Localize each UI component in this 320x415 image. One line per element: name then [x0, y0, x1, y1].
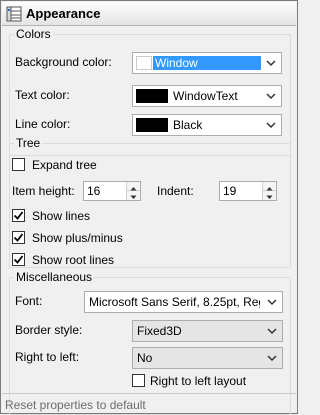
item-height-spinner[interactable]: 16 — [83, 181, 141, 201]
footer-bar: Reset properties to default — [2, 393, 296, 414]
tree-group-title: Tree — [14, 136, 43, 150]
background-color-combo[interactable]: Window — [132, 52, 282, 74]
font-picker[interactable]: Microsoft Sans Serif, 8.25pt, Regu — [84, 291, 283, 313]
border-style-select[interactable]: Fixed3D — [132, 320, 283, 342]
spin-up-button[interactable] — [263, 182, 276, 191]
text-color-value: WindowText — [173, 89, 238, 103]
chevron-down-icon — [265, 56, 277, 70]
font-value: Microsoft Sans Serif, 8.25pt, Regu — [89, 295, 260, 309]
colors-group: Colors Background color: Window Text col… — [9, 27, 291, 156]
line-color-swatch — [136, 118, 168, 132]
right-to-left-label: Right to left: — [15, 350, 80, 364]
background-color-label: Background color: — [15, 55, 112, 69]
text-color-swatch — [136, 89, 168, 103]
right-to-left-layout-label: Right to left layout — [150, 374, 247, 388]
item-height-value: 16 — [87, 184, 101, 198]
colors-group-title: Colors — [14, 27, 53, 41]
right-to-left-value: No — [137, 351, 153, 365]
panel-content: Colors Background color: Window Text col… — [9, 26, 291, 415]
chevron-down-icon — [266, 351, 278, 365]
miscellaneous-group-title: Miscellaneous — [14, 270, 95, 284]
item-height-label: Item height: — [12, 184, 75, 198]
font-label: Font: — [15, 294, 43, 308]
spin-down-button[interactable] — [263, 191, 276, 200]
border-style-value: Fixed3D — [137, 324, 182, 338]
property-grid-icon — [6, 6, 22, 22]
text-color-combo[interactable]: WindowText — [132, 85, 282, 107]
chevron-down-icon — [265, 118, 277, 132]
tree-group: Tree Expand tree Item height: 16 Indent:… — [9, 136, 291, 268]
title-bar: Appearance — [2, 2, 296, 26]
chevron-down-icon — [265, 89, 277, 103]
line-color-combo[interactable]: Black — [132, 114, 282, 136]
show-plus-minus-label: Show plus/minus — [32, 231, 123, 245]
right-to-left-layout-checkbox[interactable] — [132, 374, 145, 387]
border-style-label: Border style: — [15, 323, 83, 337]
appearance-window: Appearance Colors Background color: Wind… — [0, 0, 298, 415]
reset-properties-link[interactable]: Reset properties to default — [5, 398, 146, 412]
expand-tree-label: Expand tree — [32, 158, 97, 172]
spin-down-button[interactable] — [127, 191, 140, 200]
item-height-spin-buttons — [126, 182, 140, 200]
background-color-value: Window — [153, 56, 261, 70]
indent-label: Indent: — [157, 184, 194, 198]
text-color-label: Text color: — [15, 88, 70, 102]
indent-value: 19 — [223, 184, 237, 198]
spin-up-button[interactable] — [127, 182, 140, 191]
line-color-label: Line color: — [15, 117, 71, 131]
show-root-lines-checkbox[interactable] — [12, 253, 25, 266]
show-lines-checkbox[interactable] — [12, 209, 25, 222]
indent-spin-buttons — [262, 182, 276, 200]
chevron-down-icon — [266, 324, 278, 338]
show-plus-minus-checkbox[interactable] — [12, 231, 25, 244]
window-title: Appearance — [26, 6, 101, 21]
indent-spinner[interactable]: 19 — [219, 181, 277, 201]
right-to-left-select[interactable]: No — [132, 347, 283, 369]
show-lines-label: Show lines — [32, 209, 91, 223]
line-color-value: Black — [173, 118, 203, 132]
chevron-down-icon — [266, 295, 278, 309]
show-root-lines-label: Show root lines — [32, 253, 115, 267]
background-color-swatch — [136, 56, 152, 70]
expand-tree-checkbox[interactable] — [12, 158, 25, 171]
